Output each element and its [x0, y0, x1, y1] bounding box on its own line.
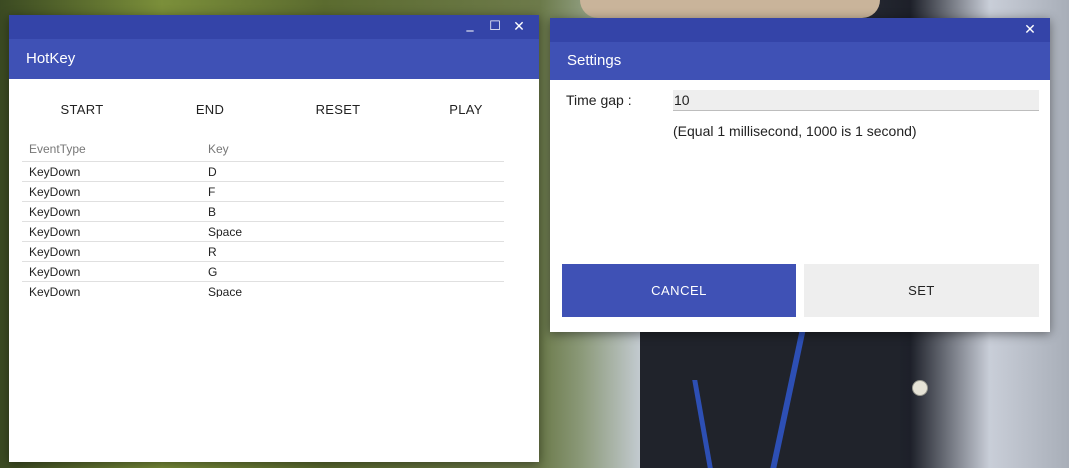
settings-window: ✕ Settings Time gap : 10 (Equal 1 millis…: [550, 18, 1050, 332]
event-table: EventType Key KeyDown D KeyDown F KeyDown B…: [22, 139, 504, 297]
hotkey-titlebar[interactable]: _ ☐ ✕: [9, 15, 539, 39]
table-row[interactable]: KeyDown F: [22, 182, 504, 202]
cell-eventtype: KeyDown: [29, 185, 81, 199]
column-header-key[interactable]: Key: [208, 142, 229, 156]
settings-titlebar[interactable]: ✕: [550, 18, 1050, 42]
maximize-icon[interactable]: ☐: [486, 18, 504, 36]
close-icon[interactable]: ✕: [510, 18, 528, 36]
cell-key: F: [208, 185, 216, 199]
cell-eventtype: KeyDown: [29, 265, 81, 279]
cell-key: R: [208, 245, 217, 259]
play-button[interactable]: PLAY: [416, 97, 516, 123]
cell-key: D: [208, 165, 217, 179]
background-shirt: [640, 330, 900, 468]
reset-button[interactable]: RESET: [288, 97, 388, 123]
table-row[interactable]: KeyDown G: [22, 262, 504, 282]
cell-key: B: [208, 205, 217, 219]
end-button[interactable]: END: [160, 97, 260, 123]
time-gap-input[interactable]: 10: [673, 90, 1039, 111]
cell-key: Space: [208, 225, 243, 239]
cell-key: Space: [208, 285, 243, 297]
background-hat: [580, 0, 880, 18]
table-body: KeyDown D KeyDown F KeyDown B KeyDown Space …: [22, 162, 504, 297]
table-row[interactable]: KeyDown B: [22, 202, 504, 222]
table-row[interactable]: KeyDown Space: [22, 282, 504, 297]
hotkey-toolbar: START END RESET PLAY: [9, 97, 539, 123]
cell-eventtype: KeyDown: [29, 245, 81, 259]
table-header: EventType Key: [22, 139, 504, 162]
column-header-eventtype[interactable]: EventType: [29, 142, 86, 156]
time-gap-hint: (Equal 1 millisecond, 1000 is 1 second): [673, 123, 917, 139]
hotkey-title: HotKey: [9, 39, 539, 79]
cell-key: G: [208, 265, 218, 279]
table-row[interactable]: KeyDown D: [22, 162, 504, 182]
table-row[interactable]: KeyDown R: [22, 242, 504, 262]
start-button[interactable]: START: [32, 97, 132, 123]
set-button[interactable]: SET: [804, 264, 1039, 317]
cancel-button[interactable]: CANCEL: [562, 264, 796, 317]
background-shirt-button: [912, 380, 928, 396]
cell-eventtype: KeyDown: [29, 205, 81, 219]
cell-eventtype: KeyDown: [29, 225, 81, 239]
time-gap-label: Time gap :: [566, 92, 632, 108]
minimize-icon[interactable]: _: [461, 15, 479, 33]
settings-title: Settings: [550, 42, 1050, 80]
cell-eventtype: KeyDown: [29, 285, 81, 297]
hotkey-window: _ ☐ ✕ HotKey START END RESET PLAY EventT…: [9, 15, 539, 462]
table-row[interactable]: KeyDown Space: [22, 222, 504, 242]
cell-eventtype: KeyDown: [29, 165, 81, 179]
close-icon[interactable]: ✕: [1021, 21, 1039, 39]
